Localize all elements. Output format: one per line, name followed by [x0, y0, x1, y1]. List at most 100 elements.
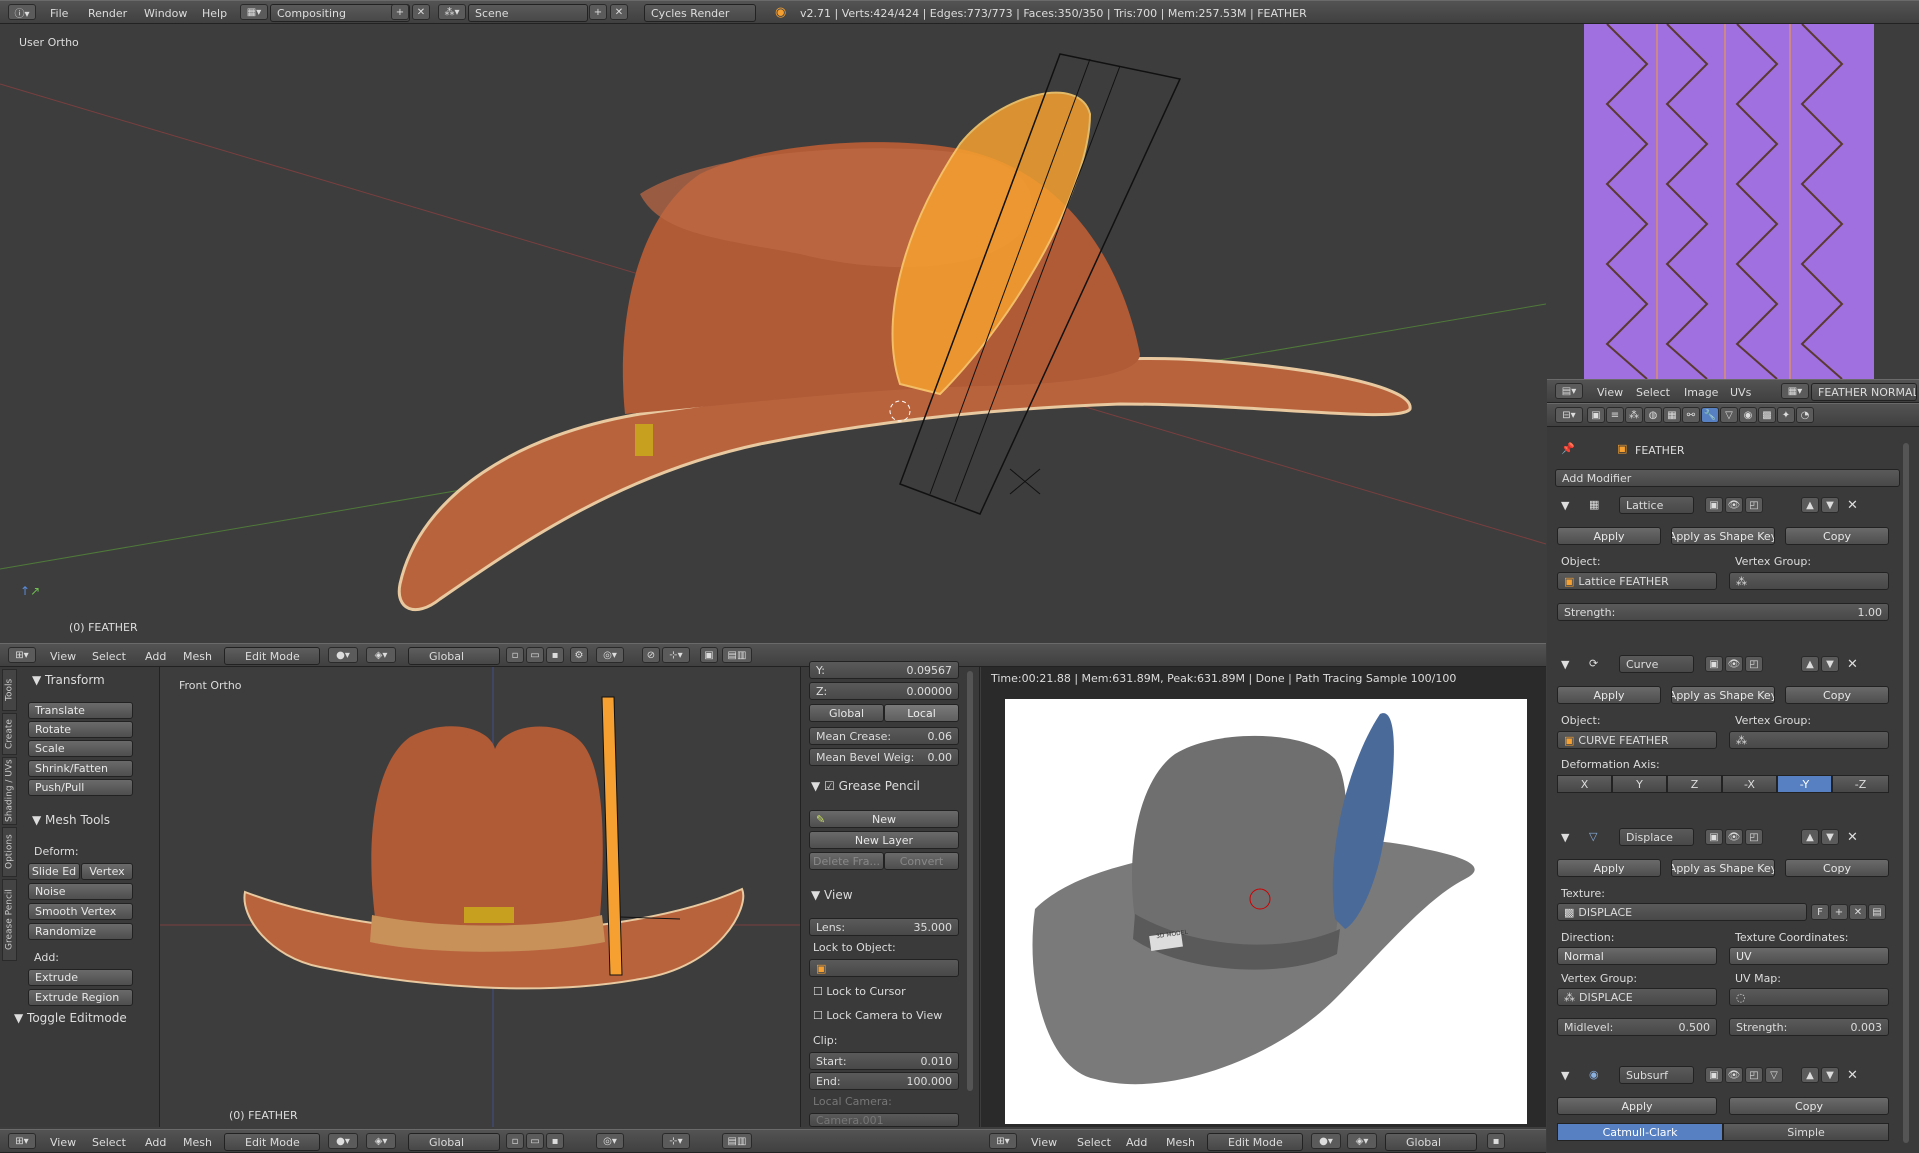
render-icon[interactable]: ▣ [700, 647, 718, 663]
lattice-strength-field[interactable]: Strength: 1.00 [1557, 603, 1889, 621]
z-field[interactable]: Z: 0.00000 [809, 682, 959, 700]
lattice-render-icon[interactable]: ◰ [1745, 497, 1763, 513]
slide-edge-button[interactable]: Slide Ed [28, 863, 80, 880]
occlude-icon[interactable]: ⚙ [570, 647, 588, 663]
local-toggle[interactable]: Local [884, 704, 959, 722]
constraints-tab-icon[interactable]: ⚯ [1682, 407, 1700, 423]
tab-create[interactable]: Create [2, 713, 17, 755]
lattice-remove-icon[interactable]: ✕ [1847, 498, 1858, 513]
front-viewport[interactable]: Front Ortho (0) FEATHER [160, 667, 800, 1127]
viewport-3d[interactable]: User Ortho (0) FEATHER ↑↗ [0, 24, 1546, 637]
uvmap-field[interactable]: ◌ [1729, 988, 1889, 1006]
curve-name-field[interactable]: Curve [1619, 655, 1694, 673]
curve-up-icon[interactable]: ▲ [1801, 656, 1819, 672]
scene-tab-icon[interactable]: ⁂ [1625, 407, 1643, 423]
subsurf-editmode-icon[interactable]: ▣ [1705, 1067, 1723, 1083]
front-menu-select[interactable]: Select [92, 1136, 126, 1149]
add-scene-icon[interactable]: + [589, 4, 607, 20]
render-tab-icon[interactable]: ▣ [1587, 407, 1605, 423]
front-face-select-icon[interactable]: ▪ [546, 1133, 564, 1149]
tab-options[interactable]: Options [2, 827, 17, 877]
lattice-apply-button[interactable]: Apply [1557, 527, 1661, 545]
axis-x-button[interactable]: X [1557, 775, 1612, 793]
curve-apply-button[interactable]: Apply [1557, 686, 1661, 704]
front-snap-icon[interactable]: ⊹▾ [662, 1133, 690, 1149]
render-editor-type-icon[interactable]: ⊞▾ [989, 1133, 1017, 1149]
world-tab-icon[interactable]: ◍ [1644, 407, 1662, 423]
direction-select[interactable]: Normal [1557, 947, 1717, 965]
catmull-clark-toggle[interactable]: Catmull-Clark [1557, 1123, 1723, 1141]
front-proportional-icon[interactable]: ◎▾ [596, 1133, 624, 1149]
subsurf-up-icon[interactable]: ▲ [1801, 1067, 1819, 1083]
front-editor-type-icon[interactable]: ⊞▾ [8, 1133, 36, 1149]
lattice-editmode-icon[interactable]: ▣ [1705, 497, 1723, 513]
menu-window[interactable]: Window [144, 7, 187, 20]
uv-menu-image[interactable]: Image [1684, 386, 1718, 399]
lattice-up-icon[interactable]: ▲ [1801, 497, 1819, 513]
displace-collapse-icon[interactable]: ▼ [1561, 831, 1569, 844]
modifiers-tab-icon[interactable]: 🔧 [1701, 407, 1719, 423]
render-menu-view[interactable]: View [1031, 1136, 1057, 1149]
curve-visibility-icon[interactable]: 👁 [1725, 656, 1743, 672]
subsurf-apply-button[interactable]: Apply [1557, 1097, 1717, 1115]
displace-render-icon[interactable]: ◰ [1745, 829, 1763, 845]
subsurf-collapse-icon[interactable]: ▼ [1561, 1069, 1569, 1082]
info-editor-icon[interactable]: ⓘ▾ [8, 4, 36, 20]
displace-up-icon[interactable]: ▲ [1801, 829, 1819, 845]
texture-field[interactable]: ▩ DISPLACE [1557, 903, 1807, 921]
subsurf-copy-button[interactable]: Copy [1729, 1097, 1889, 1115]
displace-down-icon[interactable]: ▼ [1821, 829, 1839, 845]
lens-field[interactable]: Lens: 35.000 [809, 918, 959, 936]
menu-help[interactable]: Help [202, 7, 227, 20]
curve-render-icon[interactable]: ◰ [1745, 656, 1763, 672]
new-layer-button[interactable]: New Layer [809, 831, 959, 849]
front-menu-view[interactable]: View [50, 1136, 76, 1149]
lock-object-field[interactable]: ▣ [809, 959, 959, 977]
push-pull-button[interactable]: Push/Pull [28, 779, 133, 796]
mesh-tools-header[interactable]: ▼ Mesh Tools [32, 813, 110, 827]
data-tab-icon[interactable]: ▽ [1720, 407, 1738, 423]
midlevel-field[interactable]: Midlevel: 0.500 [1557, 1018, 1717, 1036]
front-edge-select-icon[interactable]: ▭ [526, 1133, 544, 1149]
curve-editmode-icon[interactable]: ▣ [1705, 656, 1723, 672]
displace-apply-shape-button[interactable]: Apply as Shape Key [1671, 859, 1775, 877]
editor-type-icon[interactable]: ⊞▾ [8, 647, 36, 663]
lattice-copy-button[interactable]: Copy [1785, 527, 1889, 545]
add-layout-icon[interactable]: + [391, 4, 409, 20]
front-mode-select[interactable]: Edit Mode [224, 1133, 320, 1151]
simple-toggle[interactable]: Simple [1723, 1123, 1889, 1141]
randomize-button[interactable]: Randomize [28, 923, 133, 940]
render-engine-select[interactable]: Cycles Render [644, 4, 756, 22]
curve-object-field[interactable]: ▣ CURVE FEATHER [1557, 731, 1717, 749]
layers-tab-icon[interactable]: ≡ [1606, 407, 1624, 423]
orientation-select[interactable]: Global [408, 647, 500, 665]
uv-editor[interactable] [1547, 24, 1919, 379]
uv-menu-view[interactable]: View [1597, 386, 1623, 399]
rotate-button[interactable]: Rotate [28, 721, 133, 738]
curve-apply-shape-button[interactable]: Apply as Shape Key [1671, 686, 1775, 704]
lattice-object-field[interactable]: ▣ Lattice FEATHER [1557, 572, 1717, 590]
front-orientation-select[interactable]: Global [408, 1133, 500, 1151]
uv-menu-select[interactable]: Select [1636, 386, 1670, 399]
uv-menu-uvs[interactable]: UVs [1730, 386, 1751, 399]
physics-tab-icon[interactable]: ◔ [1796, 407, 1814, 423]
displace-vgroup-field[interactable]: ⁂ DISPLACE [1557, 988, 1717, 1006]
remove-scene-icon[interactable]: ✕ [610, 4, 628, 20]
curve-collapse-icon[interactable]: ▼ [1561, 658, 1569, 671]
displace-copy-button[interactable]: Copy [1785, 859, 1889, 877]
grease-pencil-header[interactable]: ▼ ☑ Grease Pencil [811, 779, 920, 793]
lattice-name-field[interactable]: Lattice [1619, 496, 1694, 514]
front-vertex-select-icon[interactable]: ▫ [506, 1133, 524, 1149]
layout-icon[interactable]: ▦▾ [240, 4, 268, 20]
displace-editmode-icon[interactable]: ▣ [1705, 829, 1723, 845]
texture-fake-user-button[interactable]: F [1811, 904, 1829, 920]
vp-menu-add[interactable]: Add [145, 650, 166, 663]
tab-shading-uvs[interactable]: Shading / UVs [2, 757, 17, 825]
front-pivot-icon[interactable]: ◈▾ [366, 1133, 396, 1149]
vertex-select-icon[interactable]: ▫ [506, 647, 524, 663]
subsurf-remove-icon[interactable]: ✕ [1847, 1068, 1858, 1083]
properties-scrollbar[interactable] [1903, 443, 1909, 1143]
subsurf-name-field[interactable]: Subsurf [1619, 1066, 1694, 1084]
render-view[interactable]: Time:00:21.88 | Mem:631.89M, Peak:631.89… [981, 667, 1546, 1127]
axis-z-button[interactable]: Z [1667, 775, 1722, 793]
